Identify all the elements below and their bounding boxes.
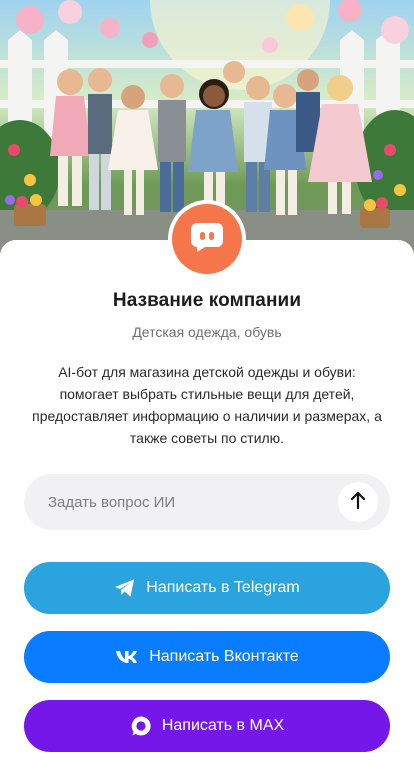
vk-button-label: Написать Вконтакте	[149, 648, 299, 665]
ask-ai-input[interactable]	[24, 474, 334, 530]
vk-icon	[115, 650, 139, 664]
max-button[interactable]: Написать в MAX	[24, 700, 390, 752]
company-description: AI-бот для магазина детской одежды и обу…	[32, 364, 382, 446]
company-name: Название компании	[112, 290, 302, 311]
company-avatar	[168, 200, 246, 278]
avatar-badge	[172, 204, 242, 274]
telegram-button-label: Написать в Telegram	[146, 579, 300, 596]
vk-button[interactable]: Написать Вконтакте	[24, 631, 390, 683]
chat-bot-icon	[189, 221, 225, 258]
send-button[interactable]	[338, 482, 378, 522]
max-button-label: Написать в MAX	[161, 717, 285, 734]
arrow-up-icon	[350, 491, 366, 514]
telegram-icon	[114, 578, 136, 598]
company-subtitle: Детская одежда, обувь	[132, 324, 282, 340]
max-icon	[130, 715, 152, 737]
ask-ai-box	[24, 474, 390, 530]
telegram-button[interactable]: Написать в Telegram	[24, 562, 390, 614]
